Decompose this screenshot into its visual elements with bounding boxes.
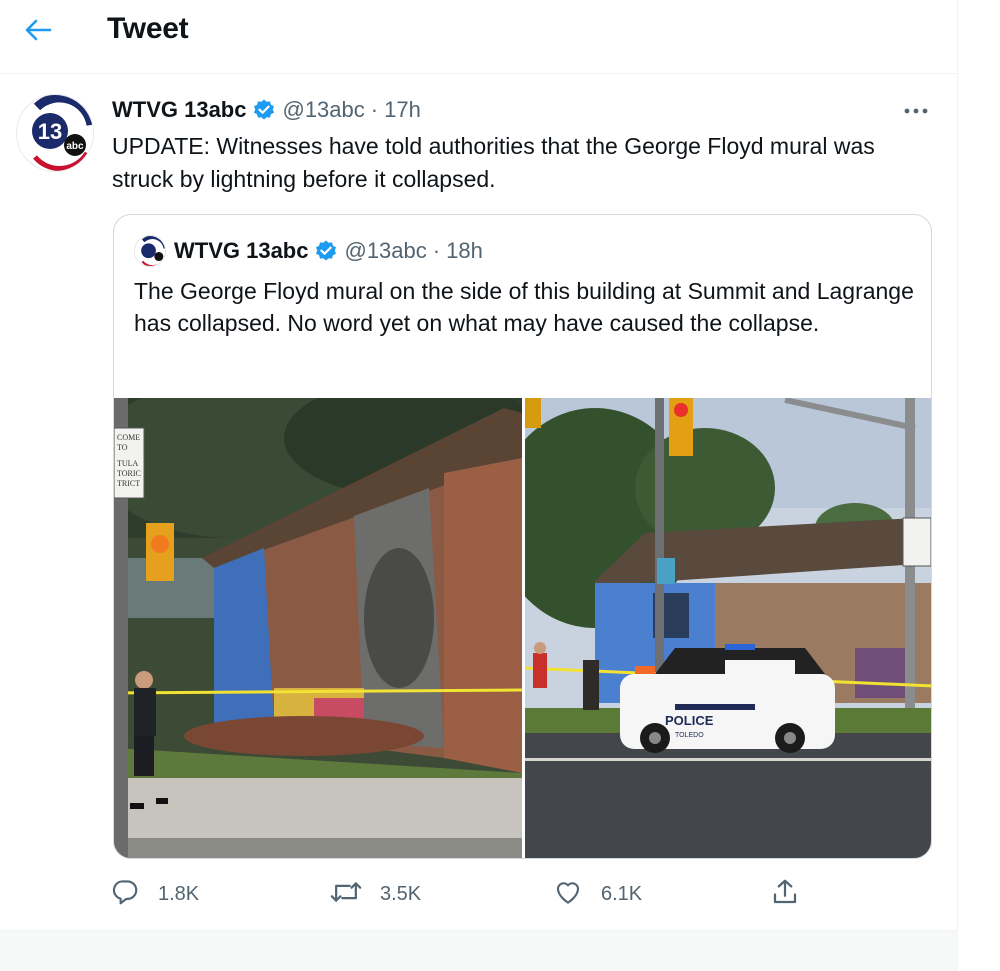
meta-separator: · (370, 97, 379, 122)
quoted-author-avatar (134, 235, 166, 267)
more-options-button[interactable] (896, 96, 936, 126)
author-handle[interactable]: @13abc (282, 97, 364, 123)
svg-text:TULA: TULA (117, 459, 139, 468)
collapsed-mural-photo-icon: COME TO TULA TORIC TRICT (114, 398, 522, 858)
verified-badge-icon (314, 239, 338, 263)
svg-text:TO: TO (117, 443, 128, 452)
tweet-actions: 1.8K 3.5K 6.1K (110, 874, 810, 914)
quoted-tweet-header: WTVG 13abc @13abc · 18h (134, 233, 483, 269)
svg-text:COME: COME (117, 433, 140, 442)
share-button[interactable] (770, 874, 800, 914)
quoted-tweet-time: 18h (446, 238, 483, 263)
tweet-text: UPDATE: Witnesses have told authorities … (112, 133, 875, 192)
tweet-time[interactable]: 17h (384, 97, 421, 123)
author-avatar[interactable]: 13 abc (16, 94, 94, 172)
heart-icon (553, 877, 583, 912)
svg-text:TRICT: TRICT (117, 479, 140, 488)
page-title: Tweet (107, 12, 189, 45)
quoted-tweet-text: The George Floyd mural on the side of th… (134, 278, 914, 336)
tweet-separator (0, 930, 958, 971)
reply-icon (110, 877, 140, 912)
svg-text:13: 13 (38, 119, 62, 144)
media-photo-2[interactable]: POLICE TOLEDO (525, 398, 931, 858)
reply-count: 1.8K (158, 882, 200, 905)
page-header: Tweet (0, 0, 958, 74)
quoted-tweet-media: COME TO TULA TORIC TRICT POLICE TOLEDO (114, 398, 931, 858)
collapsed-mural-photo-icon: POLICE TOLEDO (525, 398, 931, 858)
media-photo-1[interactable]: COME TO TULA TORIC TRICT (114, 398, 522, 858)
like-button[interactable]: 6.1K (553, 874, 642, 914)
retweet-count: 3.5K (380, 882, 422, 905)
svg-text:abc: abc (66, 141, 84, 152)
svg-text:POLICE: POLICE (665, 713, 714, 728)
svg-text:TOLEDO: TOLEDO (675, 732, 704, 739)
retweet-button[interactable]: 3.5K (330, 874, 421, 914)
author-row: WTVG 13abc @13abc · 17h (112, 93, 421, 127)
quoted-tweet-card[interactable]: WTVG 13abc @13abc · 18h The George Floyd… (113, 214, 932, 859)
wtvg-logo-icon: 13 abc (17, 95, 93, 171)
wtvg-logo-icon (135, 236, 165, 266)
back-arrow-icon (24, 18, 52, 47)
like-count: 6.1K (601, 882, 643, 905)
quoted-author-name: WTVG 13abc (174, 238, 309, 263)
back-button[interactable] (18, 12, 58, 52)
share-icon (770, 877, 800, 912)
svg-text:TORIC: TORIC (117, 469, 141, 478)
retweet-icon (330, 877, 362, 912)
quoted-author-handle: @13abc (344, 238, 427, 263)
meta-separator: · (432, 238, 441, 263)
tweet-detail-column: Tweet 13 abc WTVG 13abc @13abc · 17h UPD… (0, 0, 958, 971)
author-name[interactable]: WTVG 13abc (112, 97, 246, 123)
reply-button[interactable]: 1.8K (110, 874, 199, 914)
more-dots-icon (903, 102, 929, 120)
verified-badge-icon (252, 98, 276, 122)
